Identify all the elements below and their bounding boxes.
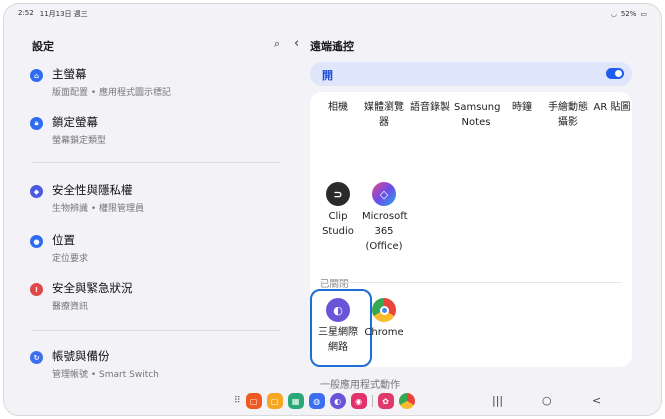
menu-item-title: 位置 [52, 233, 75, 247]
menu-item-subtitle: 版面配置 • 應用程式圖示標記 [52, 88, 172, 98]
menu-item-title: 帳號與備份 [52, 349, 110, 363]
settings-list-panel: 設定 ⌕ ⌂ 主螢幕 版面配置 • 應用程式圖示標記 🔒︎ 鎖定螢幕 螢幕鎖定類… [22, 28, 284, 388]
samsung-internet-icon[interactable]: ◐ [329, 393, 346, 409]
dock-app-icon[interactable]: ▢ [266, 393, 283, 409]
dock-divider [371, 395, 373, 407]
app-samsung-notes[interactable]: Samsung Notes [454, 100, 501, 130]
lock-icon: 🔒︎ [30, 117, 43, 130]
menu-item-location[interactable]: ● 位置 定位要求 [30, 232, 280, 268]
shield-icon: ◆ [30, 185, 43, 198]
menu-item-title: 安全性與隱私權 [52, 183, 133, 197]
camera-icon[interactable]: ◉ [350, 393, 367, 409]
app-label: 手繪動態攝影 [548, 102, 588, 128]
app-label: 相機 [328, 102, 348, 113]
status-date: 11月13日 週三 [39, 10, 88, 18]
chrome-icon [372, 298, 396, 322]
app-label: Clip Studio [322, 211, 354, 237]
menu-item-subtitle: 螢幕鎖定類型 [52, 136, 107, 146]
menu-item-home-screen[interactable]: ⌂ 主螢幕 版面配置 • 應用程式圖示標記 [30, 66, 280, 102]
app-label: Samsung Notes [454, 102, 501, 128]
menu-item-title: 鎖定螢幕 [52, 115, 98, 129]
master-toggle-row[interactable]: 開 [310, 62, 632, 86]
menu-item-subtitle: 生物辨識 • 權限管理員 [52, 204, 145, 214]
app-label: 三星網際網路 [318, 327, 358, 353]
wifi-icon: ◡ [610, 10, 617, 18]
back-arrow-icon[interactable]: ‹ [294, 36, 299, 51]
app-label: Chrome [364, 327, 404, 338]
navigation-bar: ⠿ ▢ ▢ ▦ ◍ ◐ ◉ ✿ ||| ○ < [4, 389, 661, 415]
chrome-icon[interactable] [398, 393, 415, 409]
messages-icon[interactable]: ◍ [308, 393, 325, 409]
app-ar-sticker[interactable]: AR 貼圖 [590, 100, 634, 115]
master-switch[interactable] [606, 68, 624, 79]
menu-item-safety-emergency[interactable]: ! 安全與緊急狀況 醫療資訊 [30, 280, 280, 316]
menu-item-subtitle: 醫療資訊 [52, 302, 89, 312]
menu-item-security-privacy[interactable]: ◆ 安全性與隱私權 生物辨識 • 權限管理員 [30, 182, 280, 218]
menu-item-title: 安全與緊急狀況 [52, 281, 133, 295]
battery-level: 52% [620, 10, 637, 18]
status-bar: 2:52 11月13日 週三 ◡ 52% ▭ [4, 4, 661, 24]
apps-grid-icon[interactable]: ⠿ [234, 396, 241, 406]
menu-item-lock-screen[interactable]: 🔒︎ 鎖定螢幕 螢幕鎖定類型 [30, 114, 280, 150]
search-icon[interactable]: ⌕ [274, 37, 280, 51]
app-live-drawing[interactable]: 手繪動態攝影 [546, 100, 590, 130]
dock-app-icon[interactable]: ▢ [245, 393, 262, 409]
samsung-internet-icon: ◐ [326, 298, 350, 322]
app-label: Microsoft 365 (Office) [362, 211, 408, 252]
menu-item-subtitle: 定位要求 [52, 254, 89, 264]
recents-button[interactable]: ||| [492, 394, 503, 407]
app-label: AR 貼圖 [593, 102, 631, 113]
menu-item-subtitle: 管理帳號 • Smart Switch [52, 370, 159, 380]
microsoft-365-icon: ◇ [372, 182, 396, 206]
flower-app-icon[interactable]: ✿ [377, 393, 394, 409]
location-icon: ● [30, 235, 43, 248]
settings-title: 設定 [32, 40, 54, 53]
app-voice-recorder[interactable]: 語音錄製 [408, 100, 452, 115]
app-media-browser[interactable]: 媒體瀏覽器 [362, 100, 406, 130]
app-label: 時鐘 [512, 102, 532, 113]
apps-card: 相機 媒體瀏覽器 語音錄製 Samsung Notes 時鐘 手繪動態攝影 AR… [310, 92, 632, 367]
divider [32, 330, 280, 331]
app-clock[interactable]: 時鐘 [500, 100, 544, 115]
remote-control-panel: ‹ 遠端遙控 開 相機 媒體瀏覽器 語音錄製 Samsung Notes 時鐘 … [292, 28, 652, 391]
app-label: 語音錄製 [410, 102, 450, 113]
app-camera[interactable]: 相機 [316, 100, 360, 115]
app-samsung-internet[interactable]: ◐ 三星網際網路 [316, 298, 360, 355]
page-title: 遠端遙控 [310, 40, 354, 53]
clip-studio-icon: ⊃ [326, 182, 350, 206]
emergency-icon: ! [30, 283, 43, 296]
divider [32, 162, 280, 163]
status-time: 2:52 [18, 9, 34, 17]
app-chrome[interactable]: Chrome [362, 298, 406, 340]
tablet-screen: 2:52 11月13日 週三 ◡ 52% ▭ 設定 ⌕ ⌂ 主螢幕 版面配置 •… [3, 3, 662, 416]
home-icon: ⌂ [30, 69, 43, 82]
app-microsoft-365[interactable]: ◇ Microsoft 365 (Office) [362, 182, 408, 254]
toggle-label: 開 [322, 69, 333, 82]
app-clip-studio[interactable]: ⊃ Clip Studio [316, 182, 360, 239]
home-button[interactable]: ○ [542, 394, 552, 407]
closed-section-label: 已關閉 [320, 279, 349, 290]
sync-icon: ↻ [30, 351, 43, 364]
menu-item-title: 主螢幕 [52, 67, 87, 81]
app-dock: ⠿ ▢ ▢ ▦ ◍ ◐ ◉ ✿ [234, 393, 415, 409]
calendar-icon[interactable]: ▦ [287, 393, 304, 409]
back-button[interactable]: < [592, 394, 601, 407]
divider [320, 282, 622, 283]
battery-icon: ▭ [640, 10, 647, 18]
menu-item-accounts-backup[interactable]: ↻ 帳號與備份 管理帳號 • Smart Switch [30, 348, 280, 384]
app-label: 媒體瀏覽器 [364, 102, 404, 128]
